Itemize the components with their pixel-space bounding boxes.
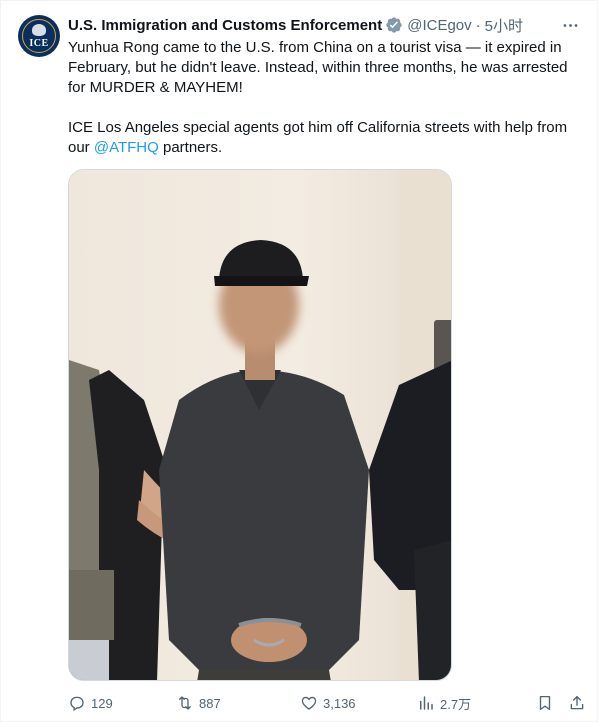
reply-button[interactable]: 129 [68,691,113,715]
header-separator: · [475,16,481,34]
tweet-paragraph-2-end: partners. [158,139,223,156]
action-bar: 129 887 3,136 2.7万 [68,691,588,715]
views-icon [420,696,433,710]
tweet-paragraph-1: Yunhua Rong came to the U.S. from China … [68,39,568,96]
author-name[interactable]: U.S. Immigration and Customs Enforcement [68,17,382,34]
like-button[interactable]: 3,136 [300,691,356,715]
heart-icon [301,696,317,710]
views-count: 2.7万 [440,696,472,712]
bookmark-icon [539,695,551,711]
views-button[interactable]: 2.7万 [417,691,471,715]
share-icon [570,695,584,710]
author-handle[interactable]: @ICEgov [407,17,471,34]
eagle-emblem [32,24,46,36]
tweet-text: Yunhua Rong came to the U.S. from China … [68,38,584,158]
tweet-time[interactable]: 5小时 [485,15,523,36]
retweet-button[interactable]: 887 [176,691,221,715]
retweet-icon [179,696,191,710]
verified-badge-icon [385,16,403,34]
bookmark-button[interactable] [536,691,559,715]
mention-link[interactable]: @ATFHQ [94,139,159,156]
tweet-card[interactable]: ICE U.S. Immigration and Customs Enforce… [0,0,598,722]
tweet-header: U.S. Immigration and Customs Enforcement… [68,15,523,35]
photo-illustration [69,170,451,680]
avatar-label: ICE [29,38,49,49]
like-count: 3,136 [323,695,356,711]
tweet-paragraph-2: ICE Los Angeles special agents got him o… [68,118,584,158]
more-icon[interactable] [559,14,581,36]
reply-count: 129 [91,695,113,711]
reply-icon [70,696,84,712]
avatar[interactable]: ICE [18,15,60,57]
share-button[interactable] [568,691,591,715]
retweet-count: 887 [199,695,221,711]
tweet-photo[interactable] [68,169,452,681]
